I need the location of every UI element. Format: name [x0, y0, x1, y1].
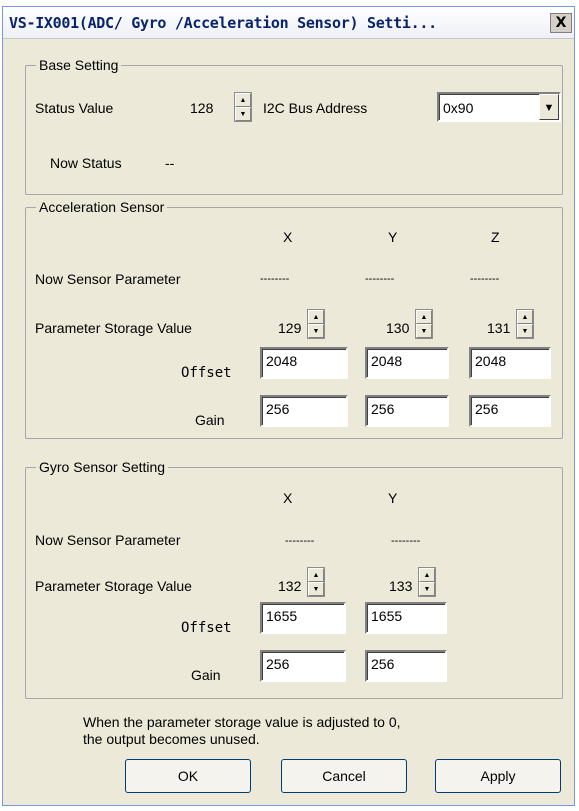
gyro-axis-x: X	[283, 490, 293, 506]
settings-dialog: VS-IX001(ADC/ Gyro /Acceleration Sensor)…	[2, 6, 575, 806]
gyro-offset-x-field[interactable]: 1655	[260, 602, 346, 634]
accel-offset-label: Offset	[181, 365, 232, 381]
gyro-storage-x: 132	[278, 578, 302, 594]
up-arrow-icon[interactable]: ▲	[308, 310, 324, 324]
now-status-label: Now Status	[50, 155, 122, 171]
accel-gain-x-field[interactable]: 256	[260, 395, 348, 427]
gyro-now-param-label: Now Sensor Parameter	[35, 532, 181, 548]
accel-offset-x-field[interactable]: 2048	[260, 347, 348, 379]
base-setting-title: Base Setting	[36, 57, 122, 73]
down-arrow-icon[interactable]: ▼	[416, 324, 432, 338]
close-button[interactable]: X	[550, 13, 572, 33]
dropdown-arrow-icon[interactable]: ▼	[539, 94, 559, 120]
up-arrow-icon[interactable]: ▲	[419, 568, 435, 582]
up-arrow-icon[interactable]: ▲	[235, 93, 251, 107]
i2c-selected-value: 0x90	[443, 100, 474, 116]
accel-axis-x: X	[283, 229, 293, 245]
accel-gain-label: Gain	[195, 412, 225, 428]
accel-storage-x-spinner[interactable]: ▲ ▼	[307, 309, 325, 339]
accel-storage-z: 131	[487, 320, 511, 336]
accel-storage-y: 130	[386, 320, 410, 336]
gyro-sensor-title: Gyro Sensor Setting	[36, 459, 169, 475]
down-arrow-icon[interactable]: ▼	[517, 324, 533, 338]
accel-storage-label: Parameter Storage Value	[35, 320, 192, 336]
accel-axis-y: Y	[388, 229, 398, 245]
gyro-gain-x-field[interactable]: 256	[260, 650, 346, 682]
gyro-now-param-x: --------	[285, 535, 315, 547]
acceleration-sensor-title: Acceleration Sensor	[36, 199, 168, 215]
base-setting-group: Base Setting	[25, 57, 563, 195]
gyro-offset-label: Offset	[181, 620, 232, 636]
accel-storage-y-spinner[interactable]: ▲ ▼	[415, 309, 433, 339]
cancel-button[interactable]: Cancel	[281, 759, 407, 793]
up-arrow-icon[interactable]: ▲	[416, 310, 432, 324]
status-value: 128	[190, 100, 214, 116]
accel-now-param-y: --------	[365, 273, 395, 285]
i2c-bus-address-select[interactable]: 0x90 ▼	[437, 92, 561, 122]
gyro-gain-label: Gain	[191, 667, 221, 683]
accel-now-param-z: --------	[470, 273, 500, 285]
accel-offset-y-field[interactable]: 2048	[365, 347, 449, 379]
accel-now-param-x: --------	[260, 273, 290, 285]
accel-storage-z-spinner[interactable]: ▲ ▼	[516, 309, 534, 339]
ok-button[interactable]: OK	[125, 759, 251, 793]
accel-storage-x: 129	[278, 320, 302, 336]
accel-offset-z-field[interactable]: 2048	[469, 347, 551, 379]
title-bar[interactable]: VS-IX001(ADC/ Gyro /Acceleration Sensor)…	[3, 7, 574, 39]
gyro-now-param-y: --------	[391, 535, 421, 547]
gyro-gain-y-field[interactable]: 256	[365, 650, 447, 682]
note-line-2: the output becomes unused.	[83, 731, 260, 747]
i2c-bus-address-label: I2C Bus Address	[263, 100, 368, 116]
gyro-storage-y-spinner[interactable]: ▲ ▼	[418, 567, 436, 597]
status-value-label: Status Value	[35, 100, 114, 116]
accel-gain-y-field[interactable]: 256	[365, 395, 449, 427]
apply-button[interactable]: Apply	[435, 759, 561, 793]
note-line-1: When the parameter storage value is adju…	[83, 714, 401, 730]
down-arrow-icon[interactable]: ▼	[419, 582, 435, 596]
now-status-value: --	[165, 155, 175, 171]
gyro-axis-y: Y	[388, 490, 398, 506]
accel-gain-z-field[interactable]: 256	[469, 395, 551, 427]
down-arrow-icon[interactable]: ▼	[308, 582, 324, 596]
gyro-storage-label: Parameter Storage Value	[35, 578, 192, 594]
status-value-spinner[interactable]: ▲ ▼	[234, 92, 252, 122]
down-arrow-icon[interactable]: ▼	[308, 324, 324, 338]
up-arrow-icon[interactable]: ▲	[517, 310, 533, 324]
gyro-offset-y-field[interactable]: 1655	[365, 602, 447, 634]
accel-now-param-label: Now Sensor Parameter	[35, 271, 181, 287]
window-title: VS-IX001(ADC/ Gyro /Acceleration Sensor)…	[9, 14, 437, 32]
accel-axis-z: Z	[491, 229, 500, 245]
gyro-storage-x-spinner[interactable]: ▲ ▼	[307, 567, 325, 597]
gyro-storage-y: 133	[389, 578, 413, 594]
up-arrow-icon[interactable]: ▲	[308, 568, 324, 582]
down-arrow-icon[interactable]: ▼	[235, 107, 251, 121]
